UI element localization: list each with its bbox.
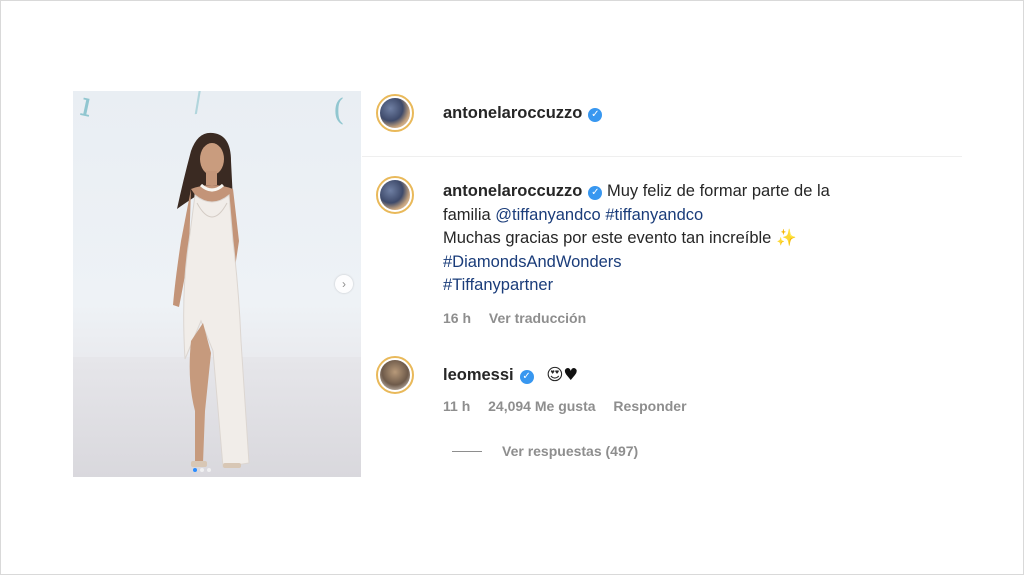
header-divider: [362, 156, 962, 157]
comment-timestamp: 11 h: [443, 398, 471, 414]
woman-in-white-dress: [173, 132, 250, 468]
verified-badge-icon: ✓: [588, 186, 603, 200]
carousel-indicator: [193, 468, 211, 472]
chevron-right-icon: ›: [342, 277, 346, 291]
caption-text: Muchas gracias por este evento tan incre…: [443, 229, 772, 247]
caption-text: Muy feliz de formar parte de la: [606, 182, 830, 200]
caption-author[interactable]: antonelaroccuzzo: [443, 182, 582, 200]
sparkle-icon: ✨: [775, 229, 797, 247]
hashtag-link[interactable]: #DiamondsAndWonders: [443, 253, 622, 271]
verified-badge-icon: ✓: [588, 108, 603, 122]
view-replies-button[interactable]: Ver respuestas (497): [452, 443, 638, 459]
post-author[interactable]: antonelaroccuzzo ✓: [443, 104, 603, 123]
reply-button[interactable]: Responder: [613, 398, 686, 414]
carousel-dot: [200, 468, 204, 472]
carousel-dot: [207, 468, 211, 472]
view-replies-label: Ver respuestas (497): [502, 443, 639, 459]
hashtag-link[interactable]: #Tiffanypartner: [443, 276, 553, 294]
caption-text: familia: [443, 205, 491, 224]
translate-button[interactable]: Ver traducción: [489, 310, 586, 326]
comment-meta: 11 h 24,094 Me gusta Responder: [443, 398, 701, 414]
mention-link[interactable]: @tiffanyandco: [495, 206, 600, 224]
black-heart-emoji: ♥: [563, 365, 579, 384]
commenter-username[interactable]: leomessi: [443, 366, 514, 384]
replies-line: [452, 451, 482, 452]
post-image[interactable]: ı / ( ›: [73, 91, 361, 477]
carousel-dot: [193, 468, 197, 472]
carousel-next-button[interactable]: ›: [335, 275, 353, 293]
comment-text: 😍♥: [546, 365, 578, 384]
verified-badge-icon: ✓: [519, 370, 534, 384]
caption-meta: 16 h Ver traducción: [443, 310, 600, 326]
caption-timestamp: 16 h: [443, 310, 472, 326]
comment-likes[interactable]: 24,094 Me gusta: [488, 398, 595, 414]
comment: leomessi ✓ 😍♥: [443, 365, 578, 385]
post-caption: antonelaroccuzzo ✓ Muy feliz de formar pa…: [443, 180, 963, 298]
post-author-username[interactable]: antonelaroccuzzo: [443, 104, 582, 122]
caption-avatar[interactable]: [376, 176, 414, 214]
heart-eyes-emoji: 😍: [546, 365, 564, 384]
author-avatar[interactable]: [376, 94, 414, 132]
hashtag-link[interactable]: #tiffanyandco: [605, 206, 703, 224]
commenter-avatar[interactable]: [376, 356, 414, 394]
